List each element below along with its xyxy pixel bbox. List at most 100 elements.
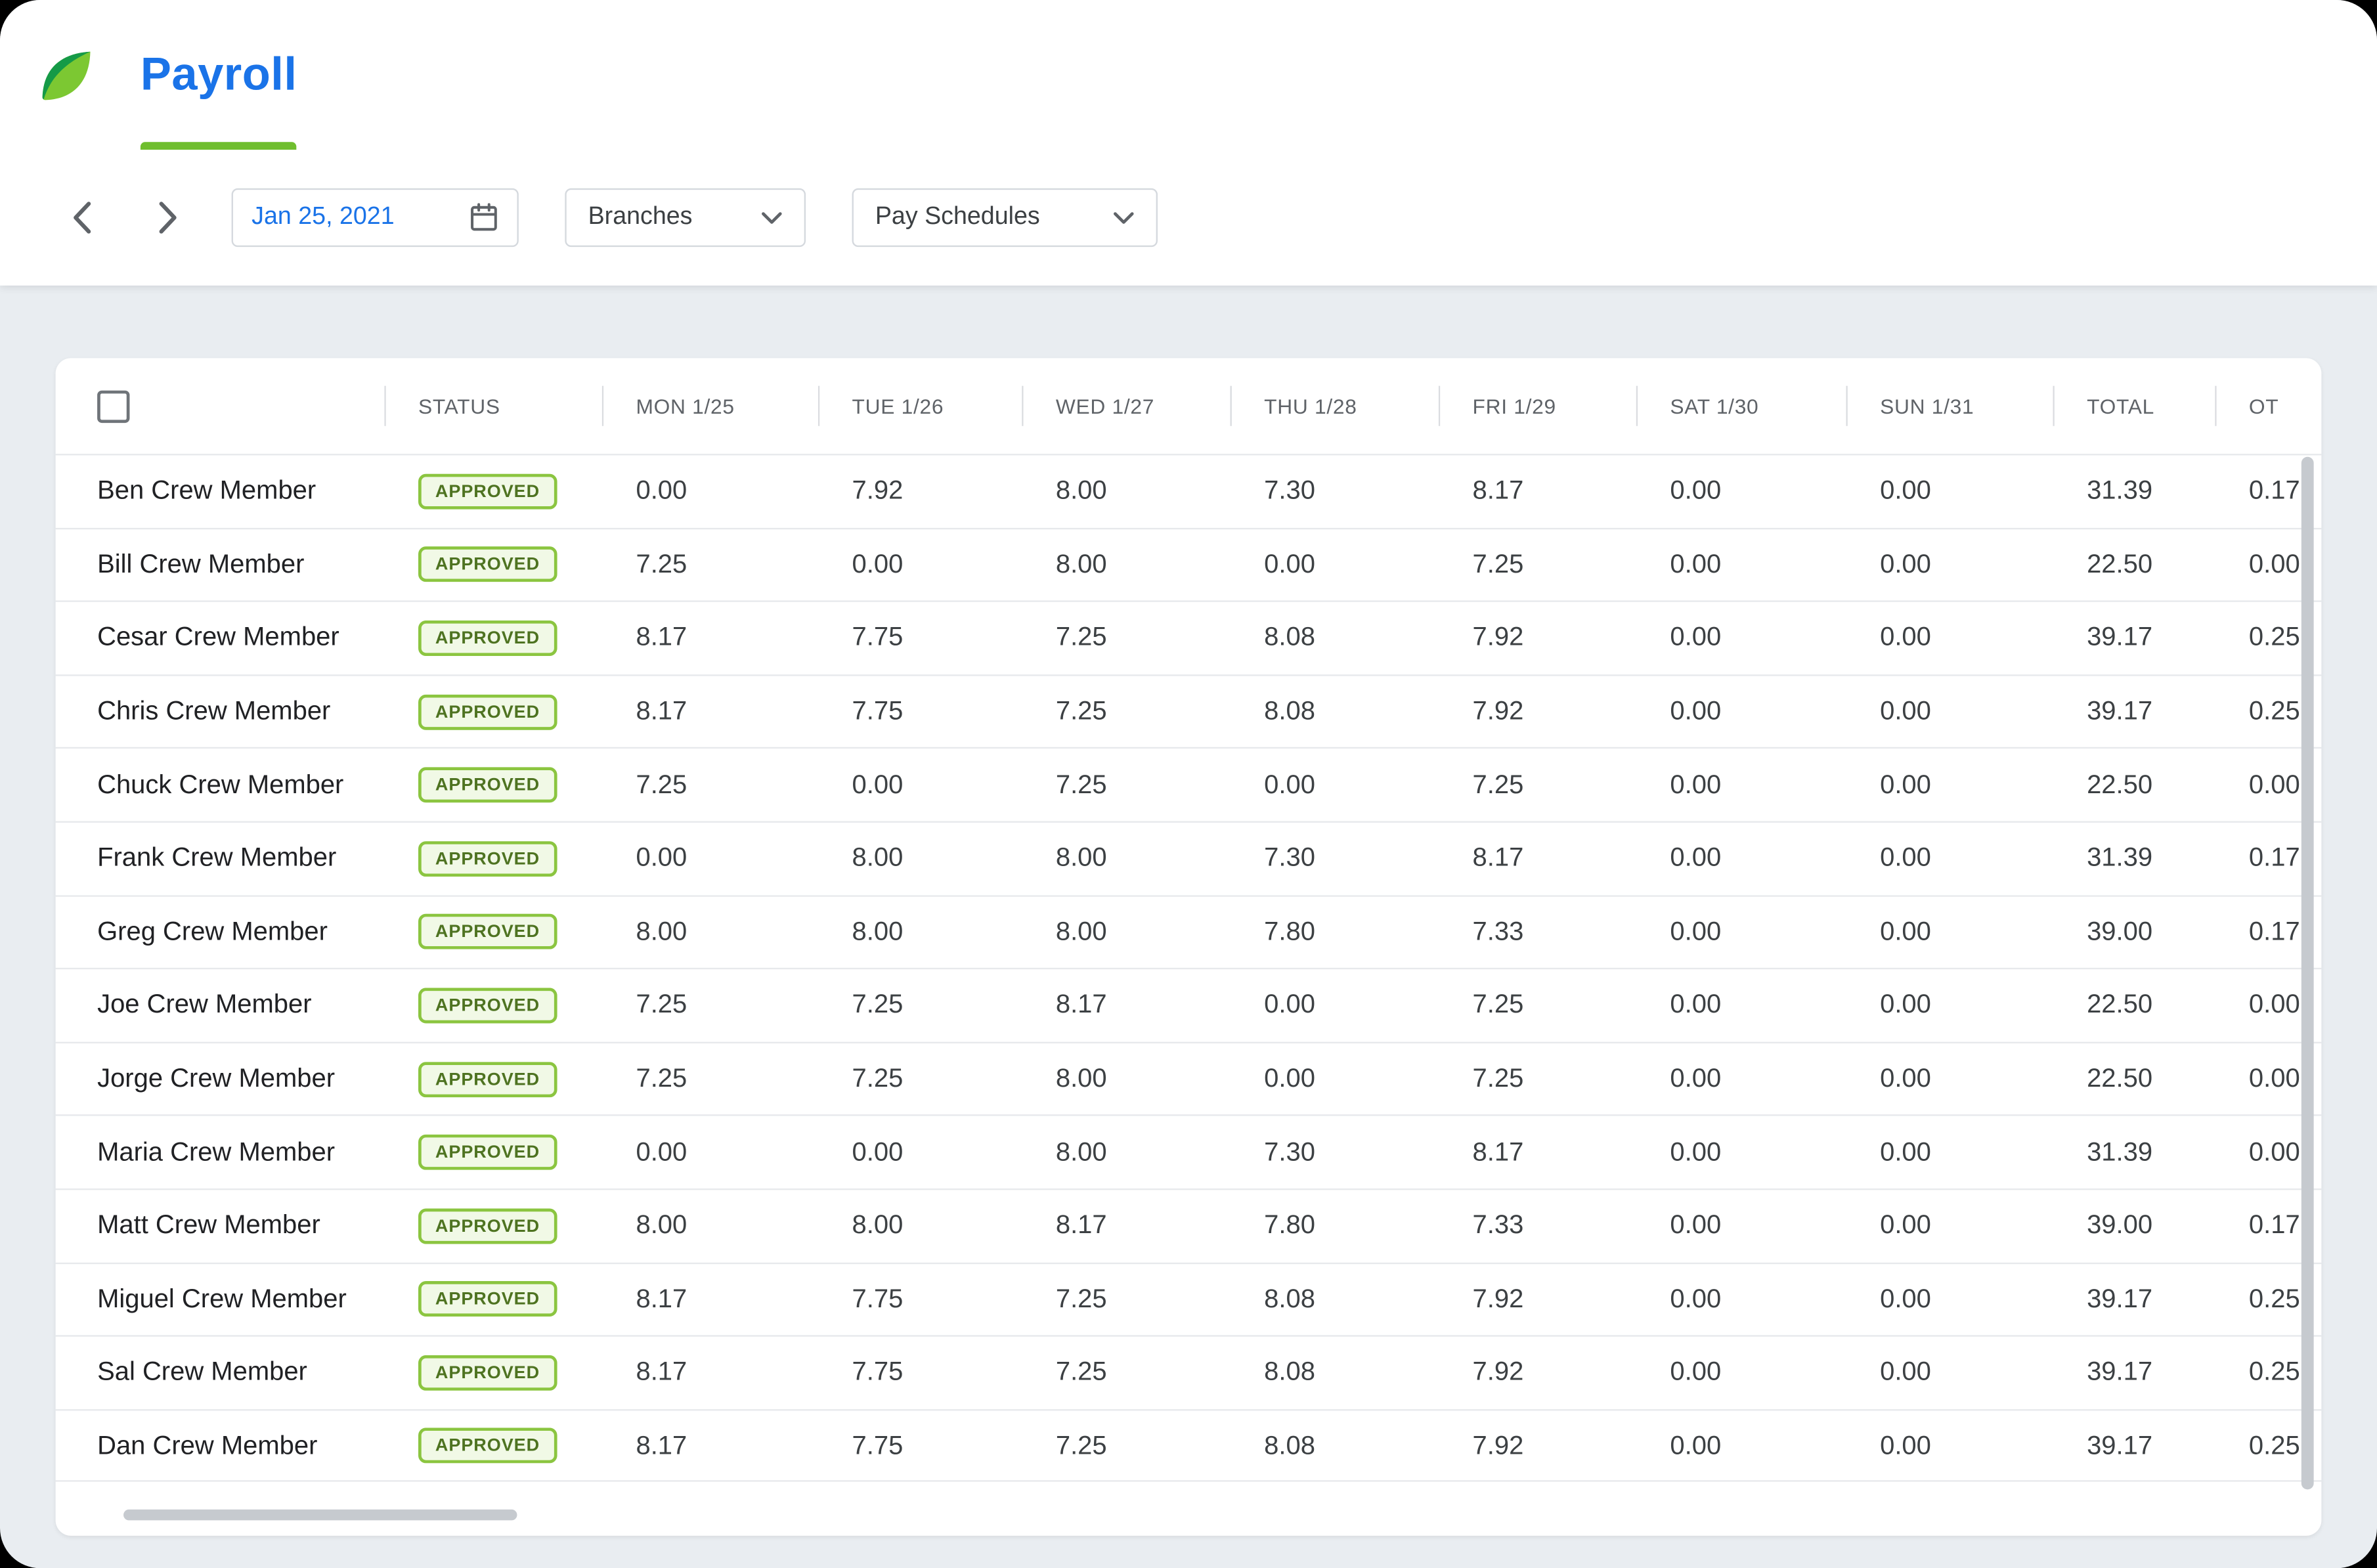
- table-row[interactable]: Frank Crew Member APPROVED 0.00 8.00 8.0…: [56, 821, 2322, 894]
- table-row[interactable]: Chris Crew Member APPROVED 8.17 7.75 7.2…: [56, 674, 2322, 748]
- table-row[interactable]: Bill Crew Member APPROVED 7.25 0.00 8.00…: [56, 527, 2322, 601]
- app-logo-leaf-icon: [35, 44, 97, 106]
- next-week-button[interactable]: [142, 191, 194, 244]
- date-value: Jan 25, 2021: [251, 204, 395, 231]
- hours-tue: 0.00: [818, 770, 1022, 800]
- hours-thu: 7.30: [1230, 843, 1438, 874]
- hours-tue: 7.92: [818, 476, 1022, 507]
- hours-sun: 0.00: [1846, 550, 2053, 580]
- hours-wed: 8.00: [1022, 1064, 1230, 1095]
- status-badge[interactable]: APPROVED: [418, 768, 557, 803]
- col-header-mon: MON 1/25: [602, 358, 818, 454]
- pay-schedules-select-label: Pay Schedules: [875, 204, 1040, 231]
- toolbar: Jan 25, 2021 Branches Pay Schedules: [0, 150, 2377, 286]
- employee-name: Greg Crew Member: [56, 917, 385, 947]
- status-badge[interactable]: APPROVED: [418, 694, 557, 730]
- chevron-down-icon: [761, 211, 783, 225]
- col-header-thu: THU 1/28: [1230, 358, 1438, 454]
- table-row[interactable]: Cesar Crew Member APPROVED 8.17 7.75 7.2…: [56, 601, 2322, 674]
- hours-wed: 7.25: [1022, 696, 1230, 727]
- horizontal-scrollbar[interactable]: [123, 1510, 517, 1520]
- chevron-down-icon: [1113, 211, 1135, 225]
- employee-name: Maria Crew Member: [56, 1137, 385, 1168]
- hours-tue: 7.75: [818, 696, 1022, 727]
- status-badge[interactable]: APPROVED: [418, 1061, 557, 1097]
- employee-name: Ben Crew Member: [56, 476, 385, 507]
- table-row[interactable]: Dan Crew Member APPROVED 8.17 7.75 7.25 …: [56, 1408, 2322, 1482]
- table-row[interactable]: Chuck Crew Member APPROVED 7.25 0.00 7.2…: [56, 748, 2322, 821]
- hours-mon: 8.17: [602, 1284, 818, 1315]
- hours-sun: 0.00: [1846, 1357, 2053, 1388]
- hours-sat: 0.00: [1636, 1210, 1846, 1241]
- status-badge[interactable]: APPROVED: [418, 1282, 557, 1317]
- employee-name: Joe Crew Member: [56, 990, 385, 1021]
- status-cell: APPROVED: [384, 1208, 601, 1244]
- table-row[interactable]: Jorge Crew Member APPROVED 7.25 7.25 8.0…: [56, 1041, 2322, 1115]
- hours-sun: 0.00: [1846, 1064, 2053, 1095]
- select-all-checkbox[interactable]: [97, 390, 129, 422]
- status-badge[interactable]: APPROVED: [418, 988, 557, 1023]
- hours-thu: 7.80: [1230, 1210, 1438, 1241]
- table-row[interactable]: Matt Crew Member APPROVED 8.00 8.00 8.17…: [56, 1188, 2322, 1262]
- status-badge[interactable]: APPROVED: [418, 914, 557, 949]
- hours-mon: 0.00: [602, 476, 818, 507]
- hours-tue: 0.00: [818, 1137, 1022, 1168]
- hours-mon: 0.00: [602, 1137, 818, 1168]
- chevron-right-icon: [158, 201, 179, 235]
- branches-select[interactable]: Branches: [565, 188, 806, 247]
- date-input[interactable]: Jan 25, 2021: [232, 188, 519, 247]
- table-row[interactable]: Joe Crew Member APPROVED 7.25 7.25 8.17 …: [56, 968, 2322, 1041]
- prev-week-button[interactable]: [56, 191, 108, 244]
- hours-fri: 7.92: [1439, 1357, 1636, 1388]
- status-badge[interactable]: APPROVED: [418, 1135, 557, 1170]
- status-badge[interactable]: APPROVED: [418, 841, 557, 877]
- hours-tue: 8.00: [818, 1210, 1022, 1241]
- app-window: Payroll Jan 25, 2021: [0, 0, 2377, 1568]
- status-badge[interactable]: APPROVED: [418, 621, 557, 656]
- hours-wed: 7.25: [1022, 1284, 1230, 1315]
- hours-sun: 0.00: [1846, 622, 2053, 653]
- hours-tue: 8.00: [818, 843, 1022, 874]
- hours-mon: 7.25: [602, 550, 818, 580]
- total-hours: 22.50: [2053, 990, 2215, 1021]
- hours-wed: 7.25: [1022, 622, 1230, 653]
- app-header: Payroll: [0, 0, 2377, 150]
- table-row[interactable]: Maria Crew Member APPROVED 0.00 0.00 8.0…: [56, 1115, 2322, 1188]
- hours-fri: 7.33: [1439, 917, 1636, 947]
- status-cell: APPROVED: [384, 988, 601, 1023]
- status-badge[interactable]: APPROVED: [418, 547, 557, 582]
- hours-wed: 8.00: [1022, 1137, 1230, 1168]
- hours-mon: 8.00: [602, 1210, 818, 1241]
- status-badge[interactable]: APPROVED: [418, 1355, 557, 1391]
- table-row[interactable]: Ben Crew Member APPROVED 0.00 7.92 8.00 …: [56, 454, 2322, 527]
- employee-name: Cesar Crew Member: [56, 622, 385, 653]
- hours-fri: 7.92: [1439, 1284, 1636, 1315]
- status-badge[interactable]: APPROVED: [418, 1208, 557, 1244]
- pay-schedules-select[interactable]: Pay Schedules: [852, 188, 1158, 247]
- status-cell: APPROVED: [384, 1135, 601, 1170]
- hours-mon: 0.00: [602, 843, 818, 874]
- table-body: Ben Crew Member APPROVED 0.00 7.92 8.00 …: [56, 454, 2322, 1482]
- hours-wed: 8.00: [1022, 917, 1230, 947]
- table-row[interactable]: Miguel Crew Member APPROVED 8.17 7.75 7.…: [56, 1262, 2322, 1336]
- hours-sat: 0.00: [1636, 622, 1846, 653]
- hours-mon: 8.17: [602, 622, 818, 653]
- hours-mon: 8.17: [602, 1357, 818, 1388]
- status-badge[interactable]: APPROVED: [418, 473, 557, 509]
- hours-tue: 8.00: [818, 917, 1022, 947]
- hours-wed: 8.00: [1022, 476, 1230, 507]
- vertical-scrollbar[interactable]: [2301, 457, 2314, 1490]
- hours-mon: 7.25: [602, 770, 818, 800]
- active-tab-indicator: [141, 142, 297, 150]
- employee-name: Dan Crew Member: [56, 1430, 385, 1461]
- top-chrome: Payroll Jan 25, 2021: [0, 0, 2377, 286]
- status-cell: APPROVED: [384, 547, 601, 582]
- tab-payroll[interactable]: Payroll: [141, 0, 297, 150]
- status-badge[interactable]: APPROVED: [418, 1427, 557, 1463]
- employee-name: Miguel Crew Member: [56, 1284, 385, 1315]
- table-row[interactable]: Sal Crew Member APPROVED 8.17 7.75 7.25 …: [56, 1336, 2322, 1409]
- table-row[interactable]: Greg Crew Member APPROVED 8.00 8.00 8.00…: [56, 894, 2322, 968]
- employee-name: Matt Crew Member: [56, 1210, 385, 1241]
- employee-name: Chuck Crew Member: [56, 770, 385, 800]
- hours-tue: 7.25: [818, 1064, 1022, 1095]
